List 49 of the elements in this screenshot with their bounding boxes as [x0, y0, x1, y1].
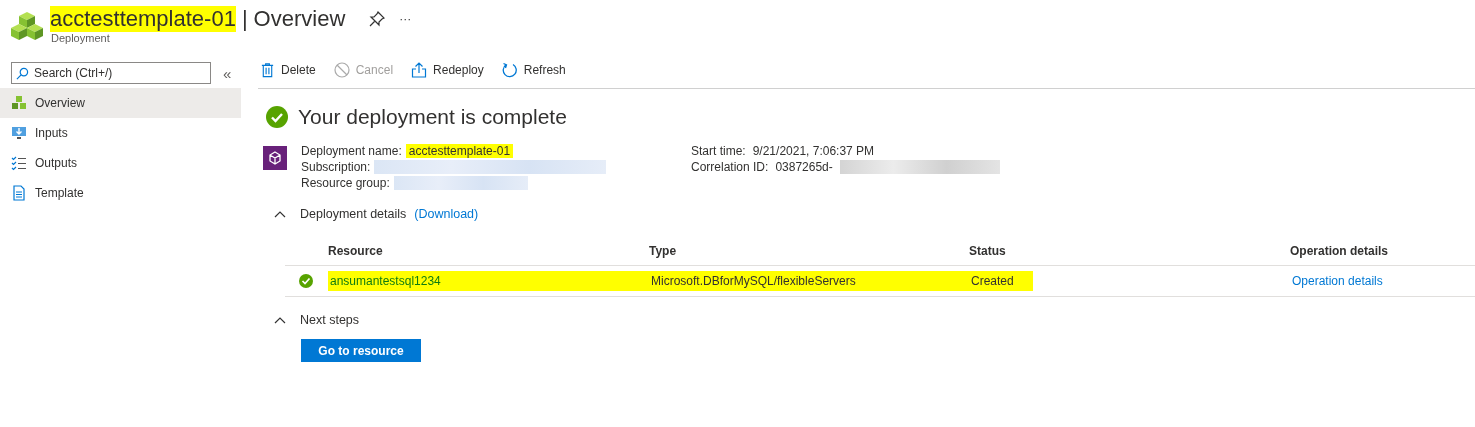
collapse-button[interactable]: « — [223, 64, 232, 82]
resource-type: Deployment — [51, 32, 111, 44]
sidebar-item[interactable]: Overview — [0, 88, 241, 118]
chevron-icon[interactable] — [274, 210, 286, 218]
download-link[interactable]: (Download) — [414, 207, 479, 221]
table-cell-text: Microsoft.DBforMySQL/flexibleServers — [651, 274, 857, 288]
sidebar-item[interactable]: Template — [0, 178, 241, 208]
toolbar-button[interactable]: Delete — [258, 62, 318, 78]
checklist-icon — [11, 155, 27, 171]
section-title: Deployment details — [300, 207, 407, 221]
sidebar-item[interactable]: Inputs — [0, 118, 241, 148]
document-icon — [11, 185, 27, 201]
chevron-icon[interactable] — [274, 316, 286, 324]
info-label: Deployment name: — [301, 144, 402, 158]
search-field[interactable]: Search (Ctrl+/) — [11, 62, 211, 84]
resource-title: acctesttemplate-01 — [50, 6, 236, 32]
resource-link[interactable]: ansumantestsql1234 — [328, 274, 651, 288]
page-title: Overview — [253, 6, 346, 32]
toolbar-button[interactable]: Redeploy — [409, 62, 486, 78]
info-value: acctesttemplate-01 — [405, 144, 514, 158]
info-label: Correlation ID: — [691, 160, 769, 174]
info-value: 9/21/2021, 7:06:37 PM — [751, 144, 876, 158]
cubes-icon — [11, 95, 27, 111]
success-icon — [299, 274, 313, 288]
table-cell: Created — [971, 274, 1014, 288]
operation-details-link[interactable]: Operation details — [1292, 274, 1383, 288]
monitor-icon — [11, 125, 27, 141]
success-icon — [266, 106, 288, 128]
upload-icon — [411, 62, 428, 78]
info-value: 0387265d- — [774, 160, 834, 174]
info-label: Start time: — [691, 144, 746, 158]
status-title: Your deployment is complete — [298, 105, 567, 129]
sidebar-item[interactable]: Outputs — [0, 148, 241, 178]
template-icon — [263, 146, 287, 170]
pin-icon[interactable] — [369, 11, 386, 27]
info-label: Subscription: — [301, 160, 371, 174]
refresh-icon — [501, 62, 518, 78]
trash-icon — [260, 62, 275, 78]
go-to-resource-button[interactable]: Go to resource — [301, 339, 421, 362]
more-button[interactable]: ··· — [399, 12, 412, 26]
column-header: Status — [969, 244, 1007, 258]
info-label: Resource group: — [301, 176, 390, 190]
cancel-icon — [333, 62, 350, 78]
section-title: Next steps — [300, 313, 360, 327]
toolbar-button[interactable]: Refresh — [499, 62, 568, 78]
title-separator: | — [241, 6, 248, 32]
column-header: Operation details — [1290, 244, 1389, 258]
column-header: Resource — [328, 244, 384, 258]
column-header: Type — [649, 244, 678, 258]
